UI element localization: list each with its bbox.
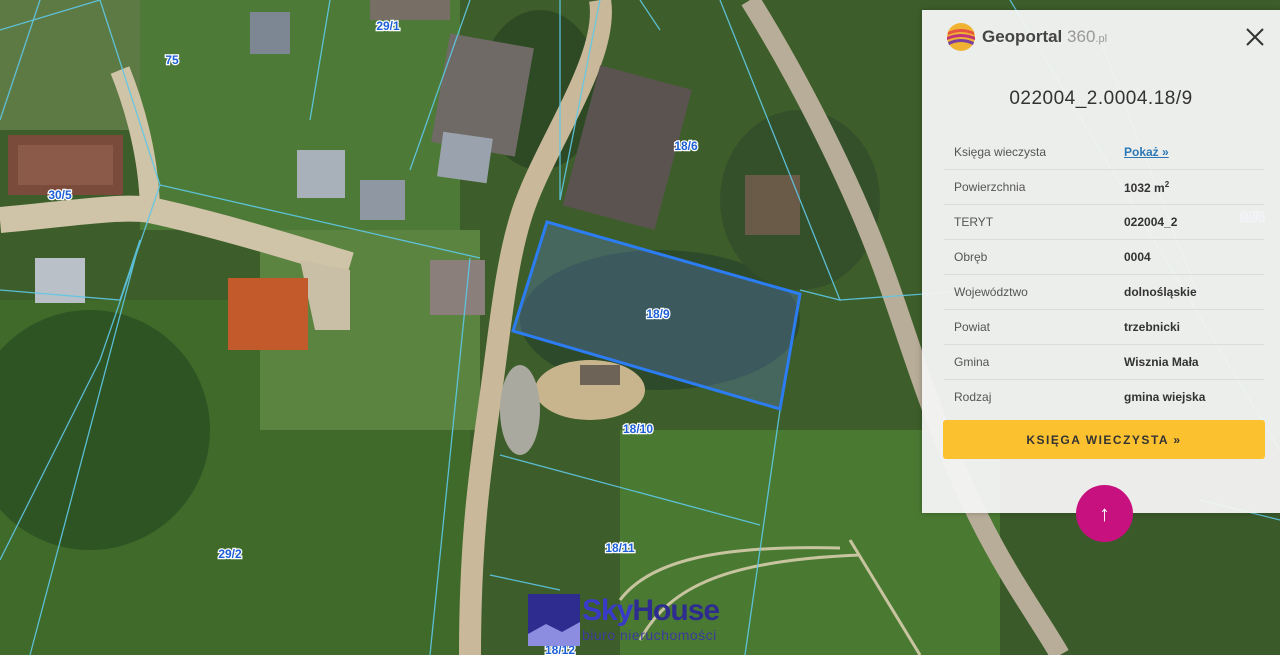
parcel-label: 18/6 (674, 139, 698, 153)
skyhouse-brand: SkyHouse (582, 594, 720, 627)
attribute-key: Powierzchnia (954, 180, 1026, 194)
attribute-row: Województwo dolnośląskie (944, 275, 1264, 310)
attribute-value-text: gmina wiejska (1124, 390, 1206, 404)
attribute-key: Powiat (954, 320, 991, 334)
scroll-up-button[interactable]: ↑ (1076, 485, 1133, 542)
attribute-value: gmina wiejska (1124, 390, 1205, 404)
attribute-key: TERYT (954, 215, 994, 229)
attribute-key: Obręb (954, 250, 988, 264)
parcel-label: 18/9 (646, 307, 670, 321)
parcel-label: 18/11 (605, 541, 635, 555)
attribute-key: Województwo (954, 285, 1028, 299)
close-icon[interactable] (1244, 26, 1266, 48)
attribute-row: Obręb 0004 (944, 240, 1264, 275)
attribute-row: Powiat trzebnicki (944, 310, 1264, 345)
parcel-info-panel: Geoportal 360.pl 022004_2.0004.18/9 Księ… (922, 10, 1280, 513)
geoportal-logo[interactable]: Geoportal 360.pl (946, 22, 1107, 52)
skyhouse-subtitle: biuro nieruchomości (582, 627, 717, 643)
land-registry-button[interactable]: KSIĘGA WIECZYSTA » (943, 420, 1265, 459)
parcel-label: 18/10 (623, 422, 653, 436)
attribute-value-text: 022004_2 (1124, 215, 1178, 229)
skyhouse-watermark: SkyHouse biuro nieruchomości (528, 594, 758, 652)
geoportal-logo-text: Geoportal 360.pl (982, 27, 1108, 46)
parcel-label: 30/5 (48, 188, 72, 202)
parcel-label: 75 (165, 53, 179, 67)
show-land-registry-link[interactable]: Pokaż » (1124, 145, 1169, 159)
attribute-key: Rodzaj (954, 390, 992, 404)
attribute-value-text: Wisznia Mała (1124, 355, 1199, 369)
attribute-value: dolnośląskie (1124, 285, 1197, 299)
attribute-row: Rodzaj gmina wiejska (944, 380, 1264, 414)
attribute-value-text: trzebnicki (1124, 320, 1181, 334)
attribute-value-text: dolnośląskie (1124, 285, 1197, 299)
parcel-id-title: 022004_2.0004.18/9 (1009, 88, 1193, 109)
attribute-key: Gmina (954, 355, 990, 369)
geoportal-logo-icon (947, 23, 975, 51)
attribute-value: 0004 (1124, 250, 1151, 264)
unit-superscript: 2 (1164, 179, 1170, 189)
attribute-value: Wisznia Mała (1124, 355, 1199, 369)
parcel-attributes-table: Księga wieczysta Pokaż » Powierzchnia 1032 … (944, 135, 1264, 414)
skyhouse-logo-icon (528, 594, 580, 646)
attribute-value: 022004_2 (1124, 215, 1177, 229)
attribute-value-text: 1032 m (1124, 180, 1165, 195)
attribute-key: Księga wieczysta (954, 145, 1047, 159)
attribute-value-text: 0004 (1124, 250, 1151, 264)
attribute-value: 1032 m2 (1124, 180, 1169, 195)
attribute-row: TERYT 022004_2 (944, 205, 1264, 240)
attribute-row: Gmina Wisznia Mała (944, 345, 1264, 380)
parcel-label: 29/2 (218, 547, 242, 561)
attribute-row: Księga wieczysta Pokaż » (944, 135, 1264, 170)
attribute-value: trzebnicki (1124, 320, 1180, 334)
parcel-label: 29/1 (376, 19, 400, 33)
attribute-value: Pokaż » (1124, 145, 1169, 159)
arrow-up-icon: ↑ (1099, 500, 1110, 526)
attribute-row: Powierzchnia 1032 m2 (944, 170, 1264, 205)
